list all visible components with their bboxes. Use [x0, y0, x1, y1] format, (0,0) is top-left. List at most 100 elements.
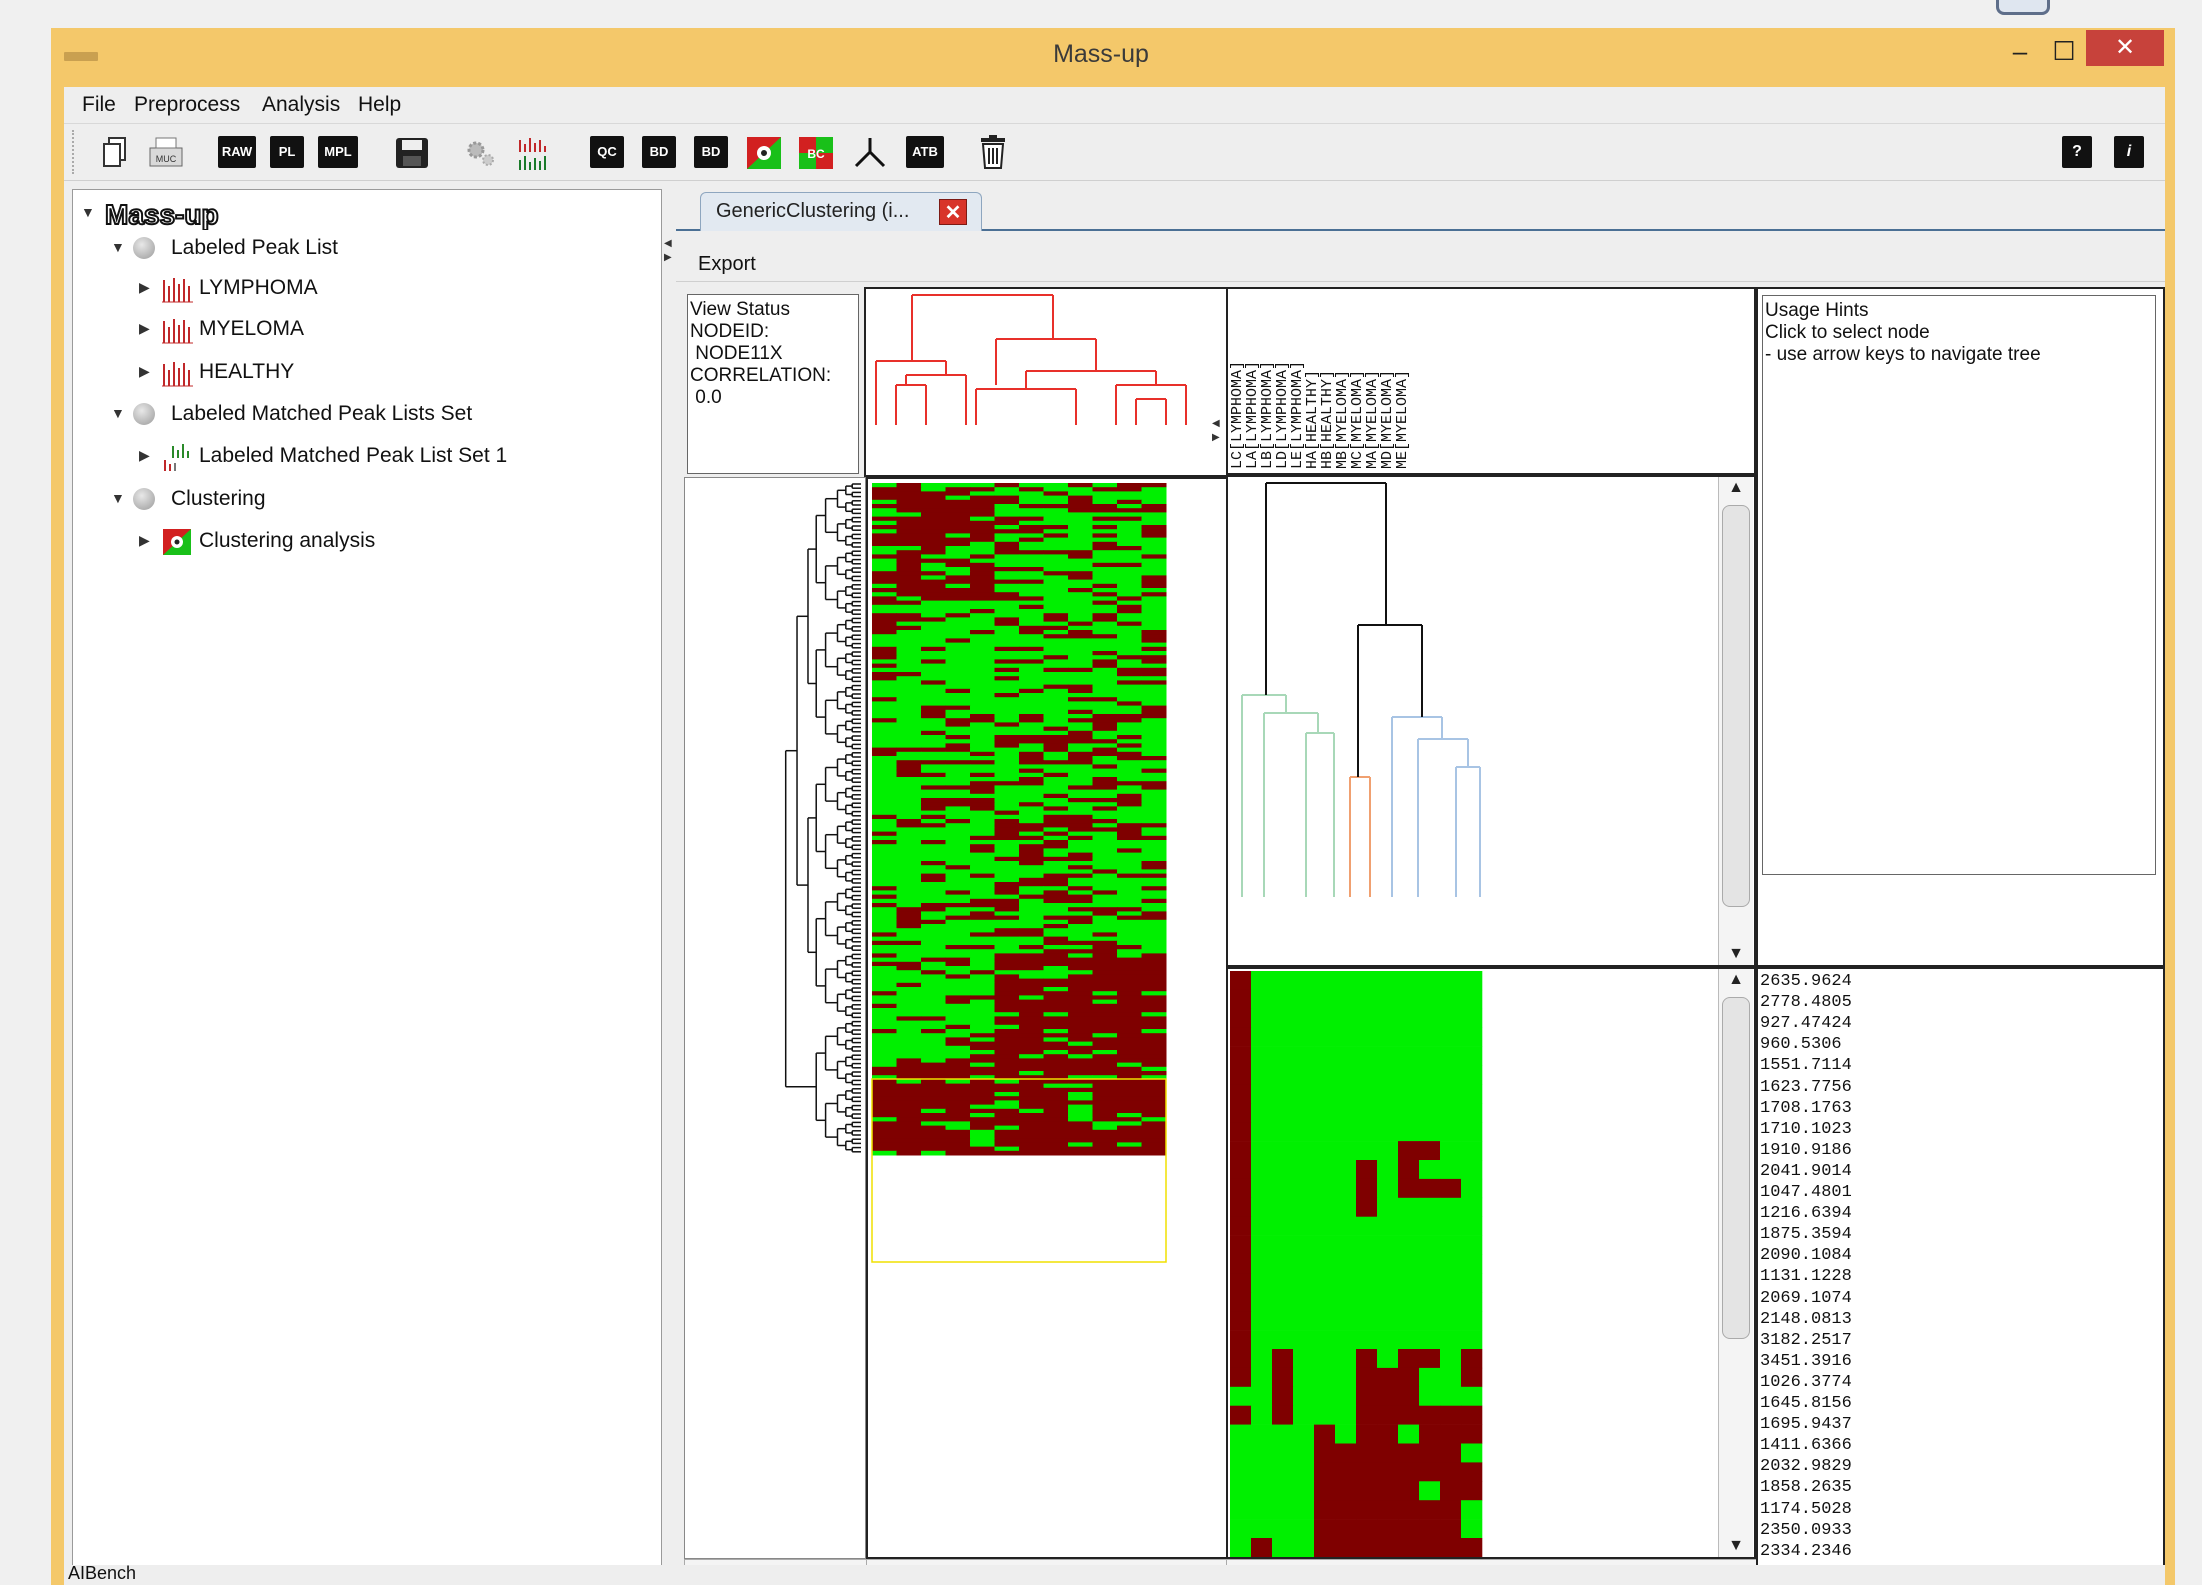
- pl-icon[interactable]: PL: [270, 136, 304, 168]
- bd-inter-icon[interactable]: BD: [694, 136, 728, 168]
- qc-icon[interactable]: QC: [590, 136, 624, 168]
- heatmap-cell: [994, 583, 1020, 589]
- collapsed-arrow-icon[interactable]: ▶: [139, 447, 150, 464]
- expanded-arrow-icon[interactable]: ▼: [111, 490, 125, 506]
- heatmap-cell: [1141, 1096, 1167, 1101]
- heatmap-cell: [1068, 760, 1093, 765]
- trash-icon[interactable]: [978, 134, 1008, 170]
- heatmap-cell: [1019, 697, 1044, 702]
- close-button[interactable]: ✕: [2086, 30, 2164, 66]
- heatmap-cell: [1019, 1142, 1044, 1148]
- clustering-icon[interactable]: [746, 136, 782, 170]
- gene-label[interactable]: 2635.9624: [1760, 972, 1852, 992]
- copy-icon[interactable]: [102, 136, 128, 168]
- gene-label[interactable]: 1026.3774: [1760, 1373, 1852, 1393]
- heatmap-cell: [1251, 1424, 1273, 1444]
- menu-help[interactable]: Help: [358, 93, 401, 117]
- heatmap-cell: [1117, 659, 1142, 665]
- gene-label[interactable]: 2041.9014: [1760, 1162, 1852, 1182]
- gene-label[interactable]: 2334.2346: [1760, 1542, 1852, 1562]
- gene-label[interactable]: 2778.4805: [1760, 993, 1852, 1013]
- gene-label[interactable]: 1174.5028: [1760, 1500, 1852, 1520]
- gene-label[interactable]: 1645.8156: [1760, 1394, 1852, 1414]
- atb-icon[interactable]: ATB: [906, 136, 944, 168]
- gene-label[interactable]: 1131.1228: [1760, 1267, 1852, 1287]
- heatmap-cell: [1043, 579, 1069, 585]
- bd-icon[interactable]: BD: [642, 136, 676, 168]
- splitter-arrows-icon[interactable]: ◀ ▶: [664, 237, 674, 277]
- menu-preprocess[interactable]: Preprocess: [134, 93, 240, 117]
- toolbar-grip[interactable]: [72, 130, 80, 174]
- global-heatmap[interactable]: [868, 479, 1188, 1555]
- help-icon[interactable]: ?: [2062, 136, 2092, 168]
- gene-label[interactable]: 1875.3594: [1760, 1225, 1852, 1245]
- collapsed-arrow-icon[interactable]: ▶: [139, 279, 150, 296]
- expanded-arrow-icon[interactable]: ▼: [81, 204, 95, 220]
- gene-label[interactable]: 1910.9186: [1760, 1141, 1852, 1161]
- heatmap-cell: [1141, 600, 1167, 606]
- heatmap-cell: [1117, 865, 1142, 870]
- gene-label[interactable]: 927.47424: [1760, 1014, 1852, 1034]
- gene-label[interactable]: 1708.1763: [1760, 1099, 1852, 1119]
- spectra-icon[interactable]: [516, 134, 556, 172]
- heatmap-cell: [1019, 651, 1044, 656]
- heatmap-cell: [994, 504, 1020, 509]
- array-label[interactable]: ME[MYELOMA]: [1394, 299, 1411, 469]
- heatmap-cell: [872, 684, 897, 690]
- heatmap-cell: [1092, 499, 1118, 505]
- tree-root[interactable]: ▼ Mass-up: [79, 198, 279, 230]
- heatmap-cell: [1092, 940, 1118, 946]
- gene-label[interactable]: 2350.0933: [1760, 1521, 1852, 1541]
- menu-file[interactable]: File: [82, 93, 116, 117]
- heatmap-cell: [970, 609, 995, 614]
- save-icon[interactable]: [394, 136, 430, 170]
- tab-close-icon[interactable]: ✕: [939, 199, 967, 225]
- heatmap-cell: [970, 1041, 995, 1047]
- collapsed-arrow-icon[interactable]: ▶: [139, 320, 150, 337]
- gene-label[interactable]: 1710.1023: [1760, 1120, 1852, 1140]
- collapsed-arrow-icon[interactable]: ▶: [139, 363, 150, 380]
- gene-label[interactable]: 2090.1084: [1760, 1246, 1852, 1266]
- gene-label[interactable]: 1695.9437: [1760, 1415, 1852, 1435]
- zoom-heatmap-scrollbar[interactable]: ▲ ▼: [1718, 969, 1753, 1557]
- gene-label[interactable]: 1216.6394: [1760, 1204, 1852, 1224]
- heatmap-cell: [896, 1146, 922, 1152]
- raw-icon[interactable]: RAW: [218, 136, 256, 168]
- export-menu[interactable]: Export: [698, 253, 756, 276]
- mpl-icon[interactable]: MPL: [318, 136, 358, 168]
- maximize-button[interactable]: ☐: [2044, 36, 2084, 66]
- gene-label[interactable]: 1047.4801: [1760, 1183, 1852, 1203]
- minimize-button[interactable]: –: [2000, 36, 2040, 66]
- collapsed-arrow-icon[interactable]: ▶: [139, 532, 150, 549]
- heatmap-cell: [1117, 625, 1142, 631]
- zoom-tree-scrollbar[interactable]: ▲ ▼: [1718, 477, 1753, 965]
- tab-generic-clustering[interactable]: GenericClustering (i... ✕: [700, 192, 982, 231]
- biclustering-icon[interactable]: BC: [798, 136, 834, 170]
- gene-label[interactable]: 1551.7114: [1760, 1056, 1852, 1076]
- heatmap-cell: [872, 680, 897, 686]
- expanded-arrow-icon[interactable]: ▼: [111, 405, 125, 421]
- gene-label[interactable]: 2069.1074: [1760, 1289, 1852, 1309]
- gene-label[interactable]: 3182.2517: [1760, 1331, 1852, 1351]
- tree-icon[interactable]: [852, 134, 888, 170]
- gene-label[interactable]: 2148.0813: [1760, 1310, 1852, 1330]
- expanded-arrow-icon[interactable]: ▼: [111, 239, 125, 255]
- zoom-heatmap[interactable]: [1228, 969, 1688, 1558]
- splitter-arrows-icon-2[interactable]: ◀ ▶: [1212, 417, 1222, 453]
- gene-label[interactable]: 1411.6366: [1760, 1436, 1852, 1456]
- gene-label[interactable]: 960.5306: [1760, 1035, 1842, 1055]
- heatmap-cell: [945, 903, 971, 908]
- gene-label[interactable]: 1858.2635: [1760, 1478, 1852, 1498]
- heatmap-cell: [896, 840, 922, 845]
- gene-label[interactable]: 2032.9829: [1760, 1457, 1852, 1477]
- gene-label[interactable]: 3451.3916: [1760, 1352, 1852, 1372]
- heatmap-cell: [872, 491, 897, 497]
- menu-analysis[interactable]: Analysis: [262, 93, 340, 117]
- gene-label[interactable]: 1623.7756: [1760, 1078, 1852, 1098]
- gear-icon[interactable]: [464, 138, 498, 168]
- heatmap-cell: [1141, 1003, 1167, 1009]
- heatmap-cell: [1117, 730, 1142, 736]
- heatmap-cell: [921, 546, 946, 551]
- info-icon[interactable]: i: [2114, 136, 2144, 168]
- muc-icon[interactable]: MUC: [148, 136, 184, 168]
